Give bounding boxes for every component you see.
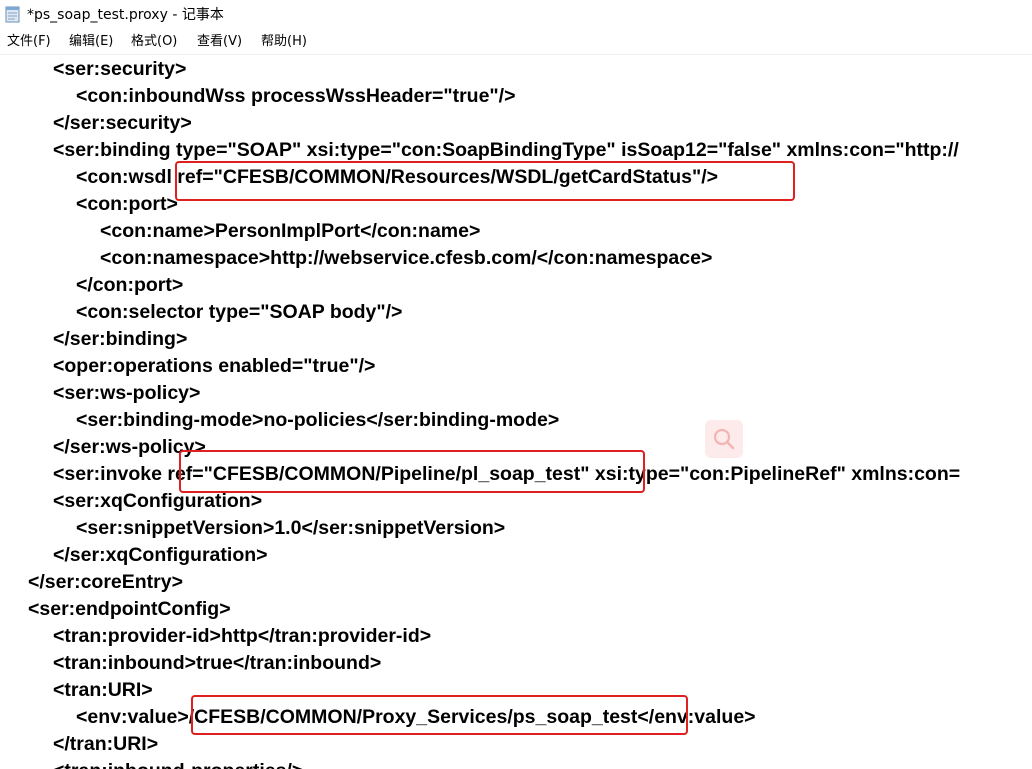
code-line: </tran:URI>: [53, 733, 159, 755]
code-line: <env:value>/CFESB/COMMON/Proxy_Services/…: [76, 706, 756, 728]
code-line: <con:port>: [76, 193, 178, 215]
menu-view[interactable]: 查看(V): [196, 32, 243, 52]
code-line: <con:selector type="SOAP body"/>: [76, 301, 403, 323]
menu-help[interactable]: 帮助(H): [260, 32, 308, 52]
code-line: <ser:binding type="SOAP" xsi:type="con:S…: [53, 139, 959, 161]
menu-file[interactable]: 文件(F): [6, 32, 52, 52]
code-line: <ser:endpointConfig>: [28, 598, 231, 620]
code-line: <ser:xqConfiguration>: [53, 490, 263, 512]
window-title: *ps_soap_test.proxy - 记事本: [27, 7, 224, 23]
menu-format[interactable]: 格式(O): [130, 32, 178, 52]
code-line: </ser:binding>: [53, 328, 188, 350]
code-line: <con:wsdl ref="CFESB/COMMON/Resources/WS…: [76, 166, 719, 188]
code-line: <tran:provider-id>http</tran:provider-id…: [53, 625, 432, 647]
code-line: <con:namespace>http://webservice.cfesb.c…: [100, 247, 713, 269]
code-line: </ser:ws-policy>: [53, 436, 206, 458]
code-line: </con:port>: [76, 274, 184, 296]
code-line: <ser:security>: [53, 58, 187, 80]
code-line: </ser:coreEntry>: [28, 571, 184, 593]
notepad-icon: [5, 6, 20, 23]
code-line: <con:name>PersonImplPort</con:name>: [100, 220, 481, 242]
code-line: <con:inboundWss processWssHeader="true"/…: [76, 85, 516, 107]
floating-search-button[interactable]: [705, 420, 743, 458]
code-line: <ser:binding-mode>no-policies</ser:bindi…: [76, 409, 560, 431]
code-line: <ser:invoke ref="CFESB/COMMON/Pipeline/p…: [53, 463, 961, 485]
notepad-window: *ps_soap_test.proxy - 记事本 文件(F) 编辑(E) 格式…: [0, 0, 1032, 769]
code-line: <ser:snippetVersion>1.0</ser:snippetVers…: [76, 517, 506, 539]
code-line: <ser:ws-policy>: [53, 382, 201, 404]
code-line: <tran:inbound-properties/>: [53, 758, 303, 769]
search-icon: [713, 428, 735, 450]
code-line: <tran:inbound>true</tran:inbound>: [53, 652, 382, 674]
menu-bar: 文件(F) 编辑(E) 格式(O) 查看(V) 帮助(H): [0, 30, 1032, 55]
menu-edit[interactable]: 编辑(E): [68, 32, 114, 52]
code-line: <tran:URI>: [53, 679, 153, 701]
code-line: </ser:security>: [53, 112, 192, 134]
text-editor-area[interactable]: <ser:security> <con:inboundWss processWs…: [0, 55, 1032, 769]
code-line: <oper:operations enabled="true"/>: [53, 355, 376, 377]
code-line: </ser:xqConfiguration>: [53, 544, 268, 566]
title-bar[interactable]: *ps_soap_test.proxy - 记事本: [0, 0, 1032, 30]
